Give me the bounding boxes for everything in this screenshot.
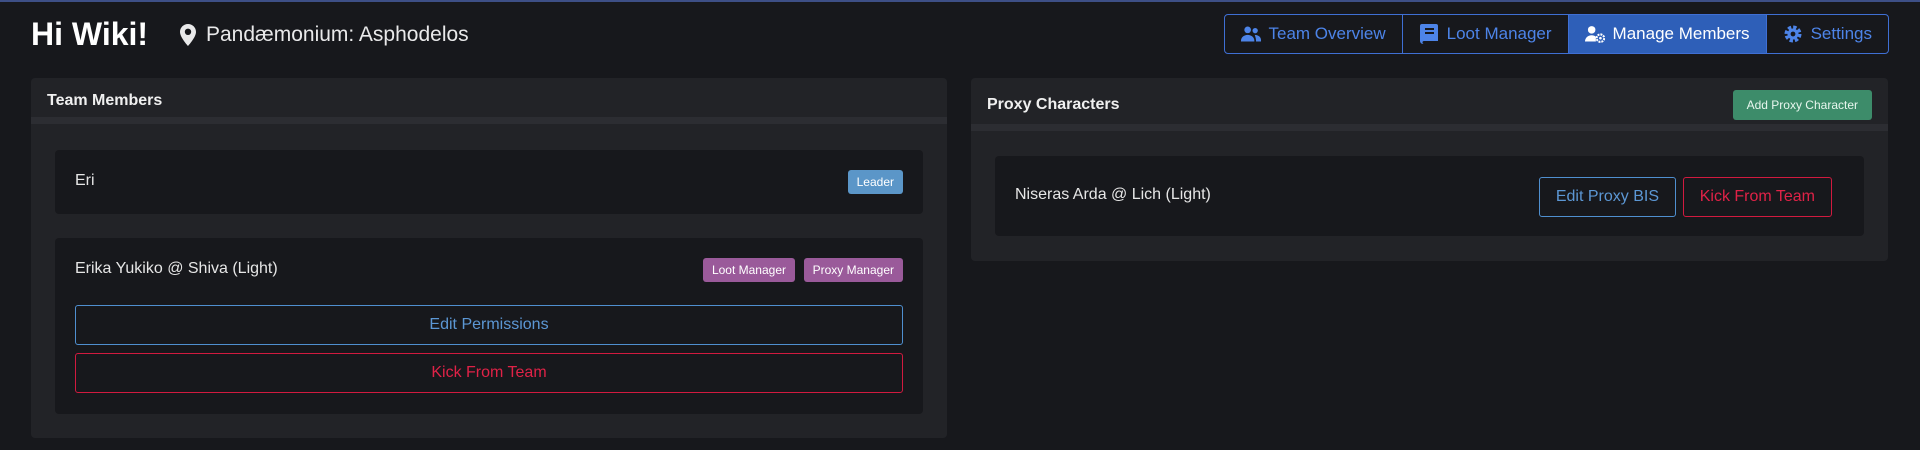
kick-proxy-button[interactable]: Kick From Team	[1682, 177, 1832, 217]
team-members-card: Team Members Eri Leader Erika Yukiko @ S…	[31, 78, 947, 438]
nav-tabs: Team Overview Loot Manager Manage Member…	[1223, 14, 1889, 54]
edit-proxy-bis-button[interactable]: Edit Proxy BIS	[1538, 177, 1676, 217]
leader-badge: Leader	[847, 170, 903, 194]
tab-manage-members[interactable]: Manage Members	[1568, 15, 1767, 53]
card-header: Team Members	[31, 78, 947, 124]
user-gear-icon	[1584, 26, 1605, 43]
card-title: Proxy Characters	[987, 96, 1120, 113]
book-icon	[1419, 24, 1438, 44]
member-row: Eri Leader	[55, 150, 923, 214]
location: Pandæmonium: Asphodelos	[180, 23, 469, 47]
proxy-characters-card: Proxy Characters Add Proxy Character Nis…	[971, 78, 1888, 261]
proxy-name: Niseras Arda @ Lich (Light)	[1015, 186, 1211, 203]
users-icon	[1240, 26, 1261, 42]
loot-manager-badge: Loot Manager	[702, 258, 795, 282]
member-row: Erika Yukiko @ Shiva (Light) Loot Manage…	[55, 238, 923, 414]
map-pin-icon	[180, 24, 196, 46]
tab-label: Settings	[1810, 24, 1872, 43]
edit-permissions-button[interactable]: Edit Permissions	[75, 305, 903, 345]
member-name: Eri	[75, 172, 95, 189]
tab-team-overview[interactable]: Team Overview	[1225, 15, 1403, 53]
page-header: Hi Wiki! Pandæmonium: Asphodelos Team Ov…	[31, 14, 1889, 58]
location-text: Pandæmonium: Asphodelos	[206, 23, 469, 46]
tab-label: Team Overview	[1268, 24, 1386, 43]
tab-label: Manage Members	[1612, 24, 1750, 43]
page-title: Hi Wiki!	[31, 16, 149, 52]
member-name: Erika Yukiko @ Shiva (Light)	[75, 260, 278, 277]
card-title: Team Members	[47, 92, 163, 109]
tab-loot-manager[interactable]: Loot Manager	[1403, 15, 1569, 53]
tab-label: Loot Manager	[1446, 24, 1552, 43]
proxy-manager-badge: Proxy Manager	[803, 258, 903, 282]
add-proxy-character-button[interactable]: Add Proxy Character	[1732, 90, 1872, 120]
kick-from-team-button[interactable]: Kick From Team	[75, 353, 903, 393]
gear-icon	[1784, 25, 1802, 43]
top-border	[0, 0, 1920, 2]
card-header: Proxy Characters Add Proxy Character	[971, 78, 1888, 131]
tab-settings[interactable]: Settings	[1767, 15, 1888, 53]
proxy-row: Niseras Arda @ Lich (Light) Edit Proxy B…	[995, 156, 1864, 236]
